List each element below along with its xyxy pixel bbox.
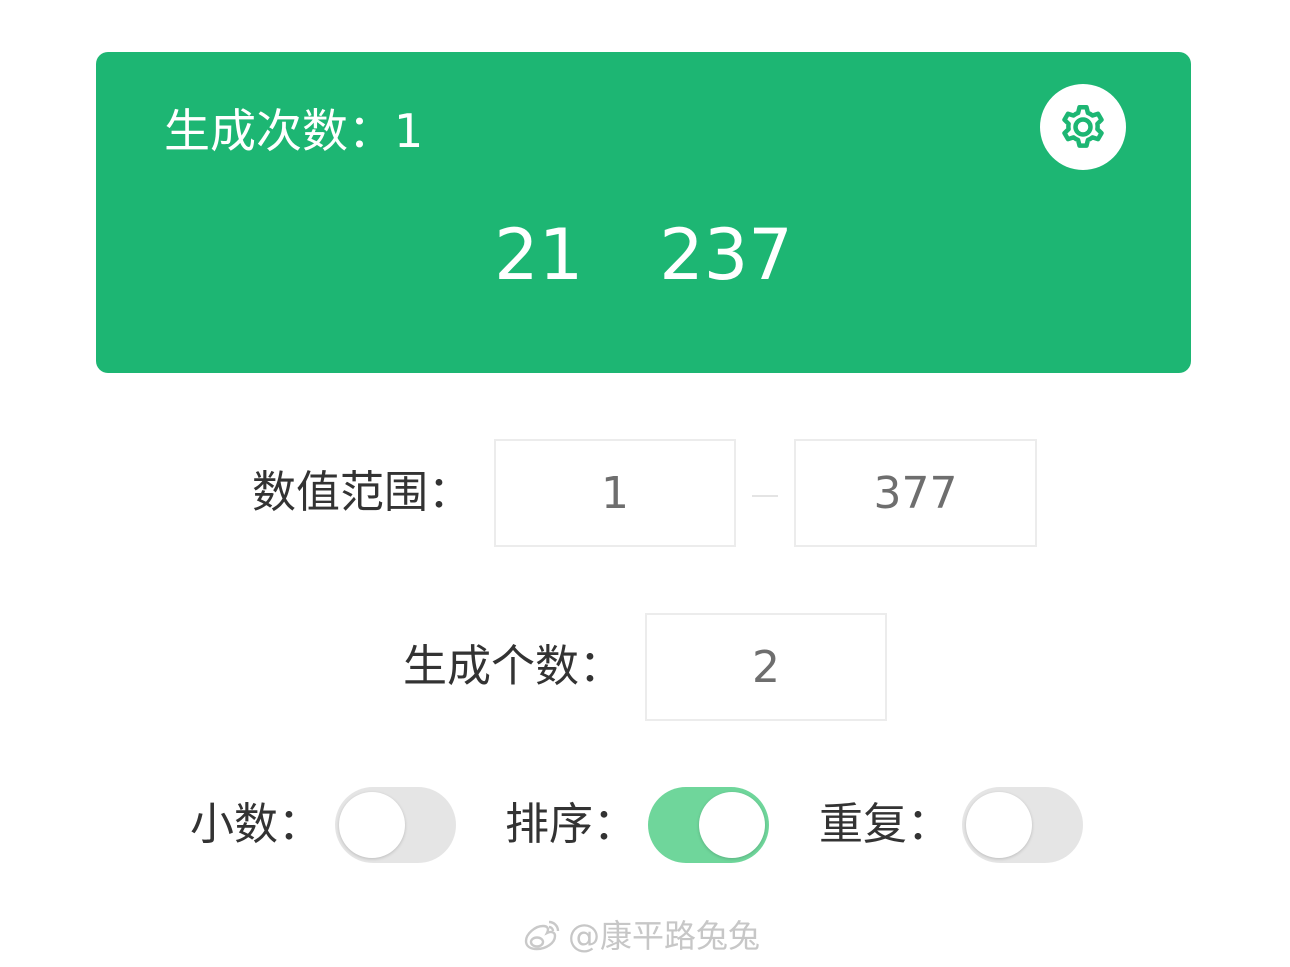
result-number: 21: [494, 214, 584, 296]
range-label: 数值范围：: [252, 467, 472, 518]
sort-toggle-label: 排序：: [505, 799, 637, 850]
toggle-knob: [966, 792, 1032, 858]
range-min-input[interactable]: [494, 439, 736, 547]
result-number: 237: [659, 214, 793, 296]
result-numbers: 21 237: [96, 210, 1191, 300]
repeat-toggle[interactable]: [962, 787, 1083, 863]
quantity-input[interactable]: [645, 613, 887, 721]
repeat-toggle-label: 重复：: [819, 799, 951, 850]
range-max-input[interactable]: [794, 439, 1037, 547]
weibo-icon: [524, 920, 560, 951]
decimal-toggle[interactable]: [335, 787, 456, 863]
toggle-knob: [339, 792, 405, 858]
generation-count: 生成次数：1: [164, 96, 423, 166]
decimal-toggle-label: 小数：: [190, 799, 322, 850]
result-card: 生成次数：1 21 237: [96, 52, 1191, 373]
gear-icon: [1062, 105, 1104, 148]
toggle-knob: [699, 792, 765, 858]
watermark: @康平路兔兔: [520, 912, 760, 960]
quantity-label: 生成个数：: [403, 641, 623, 692]
range-separator: [752, 495, 778, 497]
watermark-text: @康平路兔兔: [568, 917, 761, 955]
generation-count-label: 生成次数：: [164, 104, 394, 158]
sort-toggle[interactable]: [648, 787, 769, 863]
settings-button[interactable]: [1040, 84, 1126, 170]
generation-count-value: 1: [394, 104, 424, 158]
